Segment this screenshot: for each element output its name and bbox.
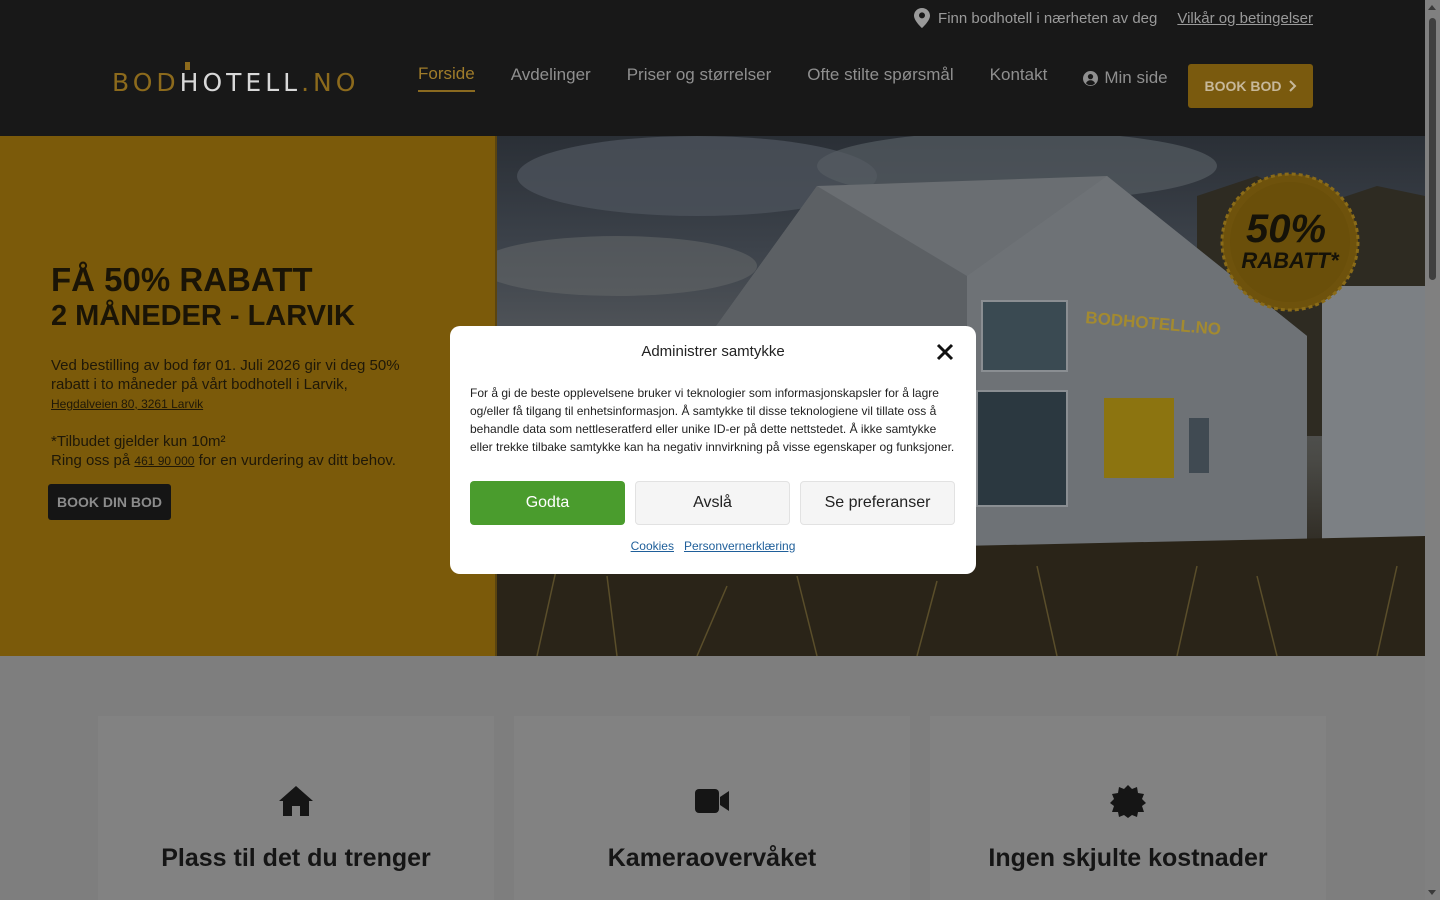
map-pin-icon	[914, 8, 931, 28]
book-din-bod-button[interactable]: BOOK DIN BOD	[48, 484, 171, 520]
min-side-label: Min side	[1104, 68, 1168, 87]
page-scrollbar[interactable]	[1425, 0, 1440, 900]
nav-item-min-side[interactable]: Min side	[1083, 68, 1168, 88]
home-icon	[279, 786, 313, 816]
hero-call-text-end: for en vurdering av ditt behov.	[198, 452, 396, 469]
consent-links: Cookies Personvernerklæring	[450, 539, 976, 553]
feature-title: Kameraovervåket	[607, 844, 817, 872]
top-bar: Finn bodhotell i nærheten av deg Vilkår …	[914, 8, 1313, 28]
video-camera-icon	[695, 789, 729, 813]
feature-title: Ingen skjulte kostnader	[988, 844, 1268, 872]
hero-address-link[interactable]: Hegdalveien 80, 3261 Larvik	[51, 397, 203, 411]
scrollbar-thumb[interactable]	[1429, 18, 1436, 280]
site-logo[interactable]: BOD H OTELL .NO	[112, 62, 360, 97]
badge-icon	[1110, 785, 1146, 818]
hero-condition-text: *Tilbudet gjelder kun 10m²	[51, 433, 226, 450]
hero-phone-link[interactable]: 461 90 000	[134, 454, 194, 468]
logo-part-tld: .NO	[301, 68, 360, 97]
nav-item-priser[interactable]: Priser og størrelser	[627, 65, 772, 91]
logo-part-bod: BOD	[112, 68, 180, 97]
badge-percent: 50%	[1246, 207, 1326, 251]
feature-card-no-hidden-costs: Ingen skjulte kostnader	[930, 716, 1326, 900]
hero-conditions: *Tilbudet gjelder kun 10m² Ring oss på 4…	[51, 432, 451, 471]
hero-offer-text: Ved bestilling av bod før 01. Juli 2026 …	[51, 357, 400, 393]
scroll-up-arrow[interactable]	[1428, 5, 1436, 10]
hero-description: Ved bestilling av bod før 01. Juli 2026 …	[51, 356, 431, 414]
nav-item-avdelinger[interactable]: Avdelinger	[511, 65, 591, 91]
hero-title: FÅ 50% RABATT 2 MÅNEDER - LARVIK	[51, 262, 355, 334]
hero-title-line2: 2 MÅNEDER - LARVIK	[51, 300, 355, 332]
close-icon[interactable]	[936, 343, 954, 361]
book-bod-label: BOOK BOD	[1204, 78, 1282, 94]
main-nav: Forside Avdelinger Priser og størrelser …	[418, 64, 1202, 92]
logo-part-otell: OTELL	[202, 68, 302, 97]
nav-item-faq[interactable]: Ofte stilte spørsmål	[807, 65, 953, 91]
feature-title: Plass til det du trenger	[161, 844, 431, 872]
badge-label: RABATT*	[1241, 248, 1340, 273]
consent-title: Administrer samtykke	[641, 343, 785, 360]
hero-call-text: Ring oss på	[51, 452, 131, 469]
deny-button[interactable]: Avslå	[635, 481, 790, 525]
nav-item-kontakt[interactable]: Kontakt	[990, 65, 1048, 91]
feature-card-space: Plass til det du trenger	[98, 716, 494, 900]
privacy-link[interactable]: Personvernerklæring	[684, 539, 795, 553]
preferences-button[interactable]: Se preferanser	[800, 481, 955, 525]
feature-card-camera: Kameraovervåket	[514, 716, 910, 900]
chevron-right-icon	[1288, 80, 1296, 92]
find-location-link[interactable]: Finn bodhotell i nærheten av deg	[914, 8, 1157, 28]
consent-dialog: Administrer samtykke For å gi de beste o…	[450, 326, 976, 574]
consent-body: For å gi de beste opplevelsene bruker vi…	[470, 386, 955, 454]
cookies-link[interactable]: Cookies	[631, 539, 674, 553]
site-header: Finn bodhotell i nærheten av deg Vilkår …	[0, 0, 1425, 136]
user-circle-icon	[1083, 70, 1099, 86]
location-text: Finn bodhotell i nærheten av deg	[938, 9, 1158, 27]
discount-badge: 50% RABATT*	[1220, 172, 1360, 312]
consent-buttons: Godta Avslå Se preferanser	[470, 481, 955, 525]
accept-button[interactable]: Godta	[470, 481, 625, 525]
book-bod-button[interactable]: BOOK BOD	[1188, 64, 1313, 108]
terms-link[interactable]: Vilkår og betingelser	[1177, 10, 1313, 27]
hero-title-line1: FÅ 50% RABATT	[51, 261, 313, 298]
scroll-down-arrow[interactable]	[1428, 890, 1436, 895]
nav-item-forside[interactable]: Forside	[418, 64, 475, 92]
logo-part-h: H	[179, 62, 203, 97]
